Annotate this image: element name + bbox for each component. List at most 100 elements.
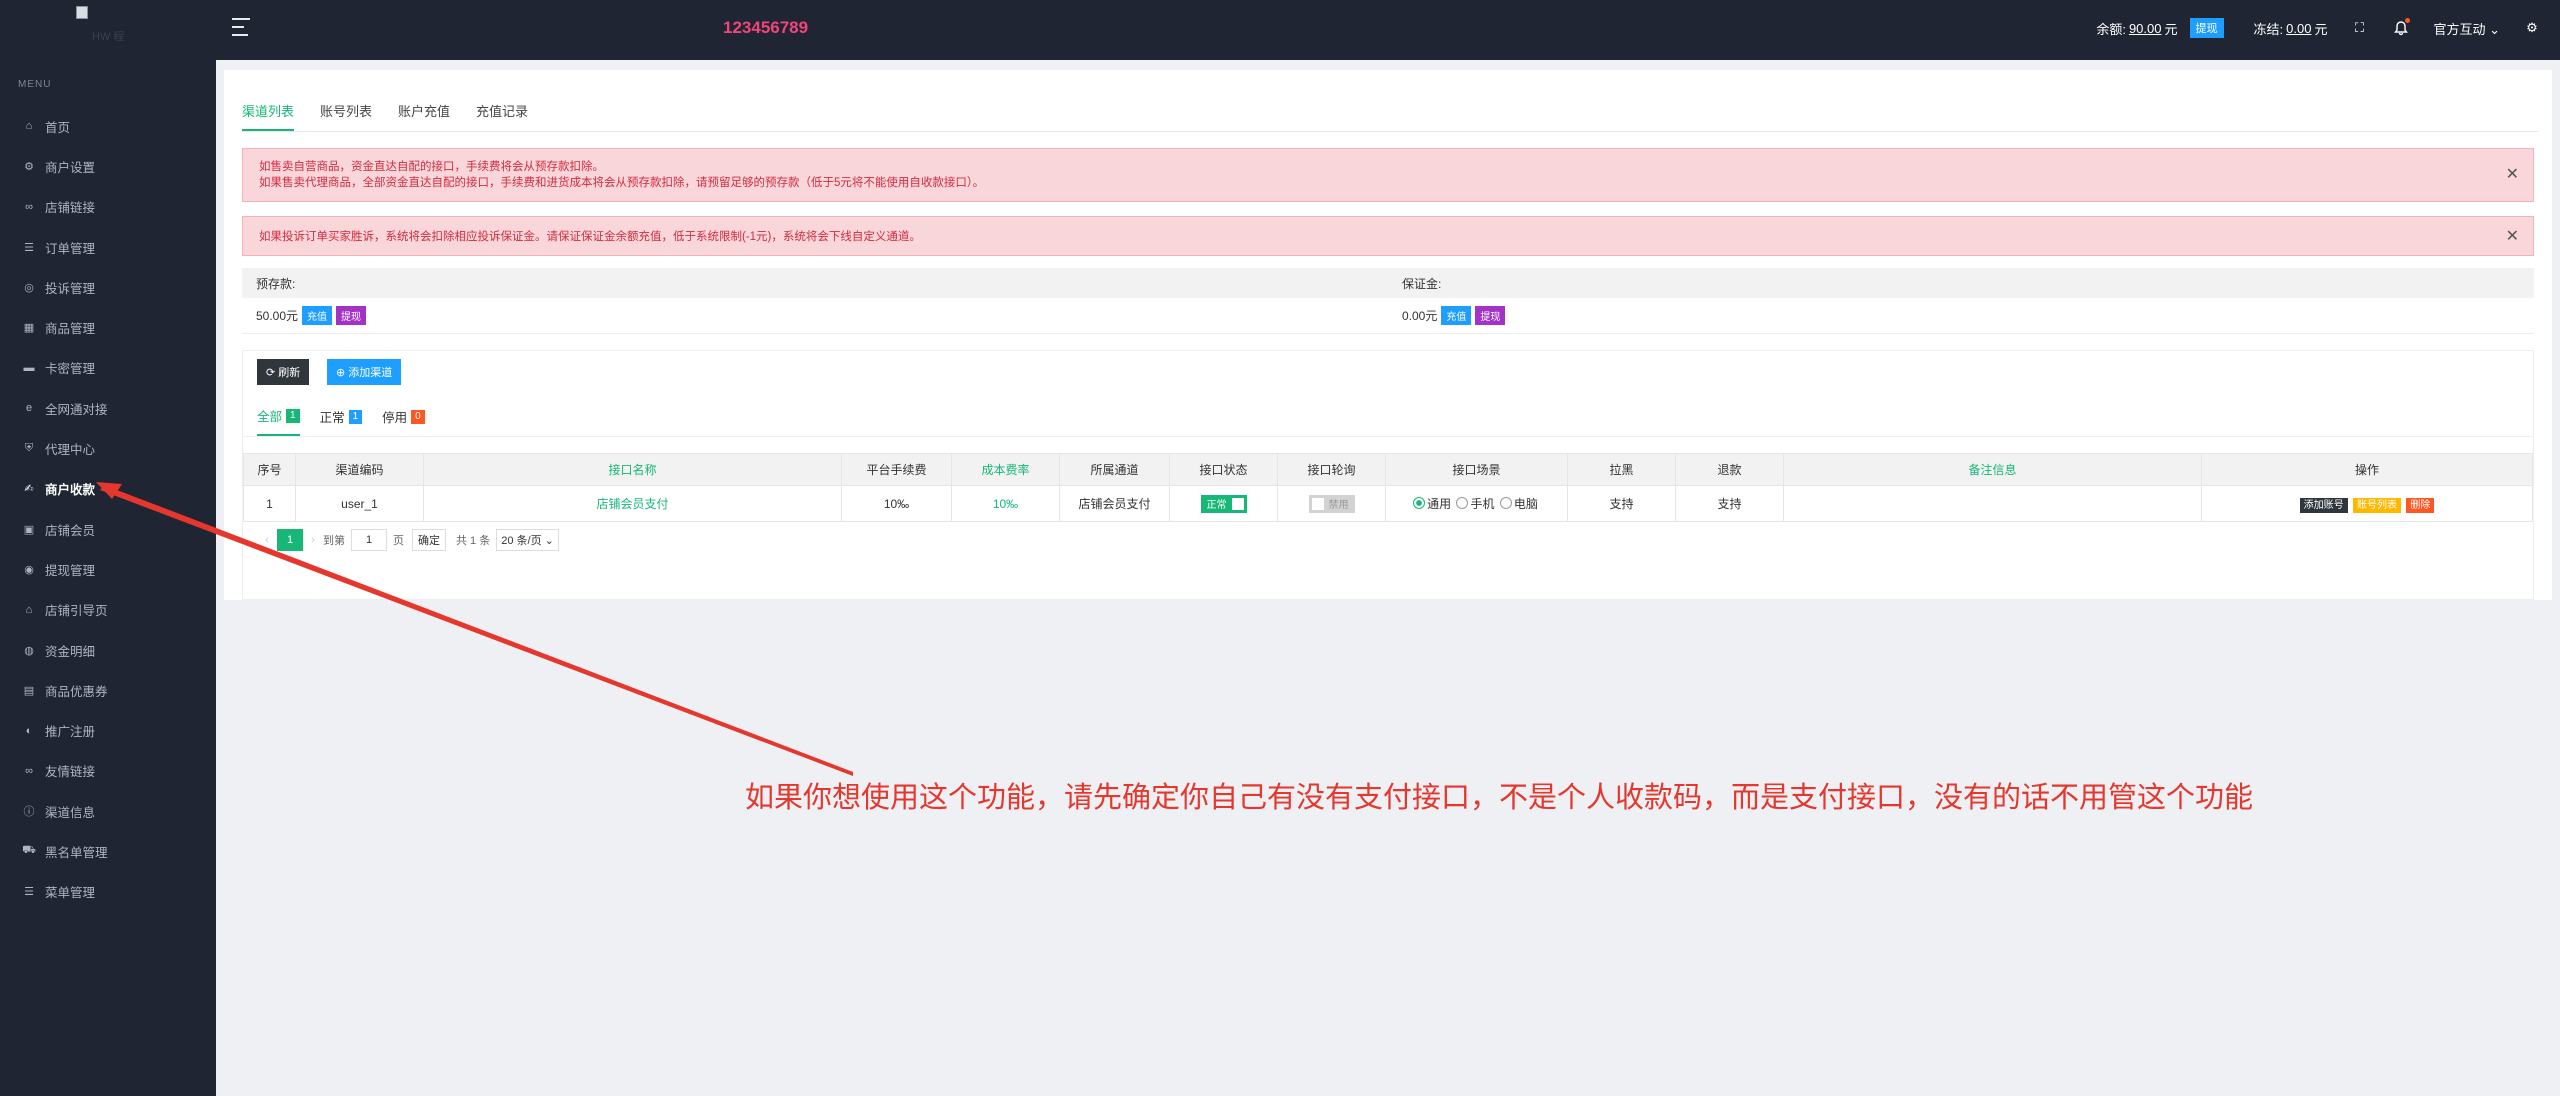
header-right: 余额: 90.00 元 提现 冻结: 0.00 元 ⛶ 官方互动 ⌄ ⚙ [2096, 0, 2542, 56]
grid-icon: ▦ [23, 322, 35, 335]
scene-radio-pc[interactable]: 电脑 [1499, 495, 1538, 512]
close-icon[interactable]: ✕ [2506, 167, 2519, 183]
chevron-down-icon: ⌄ [2489, 21, 2500, 37]
status-switch[interactable]: 正常 [1200, 494, 1247, 513]
header-withdraw-button[interactable]: 提现 [2189, 18, 2224, 38]
alert-line: 如售卖自营商品，资金直达自配的接口，手续费将会从预存款扣除。 [259, 161, 604, 173]
sidebar-item-label: 商品优惠券 [45, 684, 108, 699]
refresh-button[interactable]: ⟳ 刷新 [257, 359, 310, 385]
sidebar-item-label: 菜单管理 [45, 886, 96, 901]
shield-icon: ⛨ [24, 442, 34, 455]
coin-icon: ◉ [24, 563, 34, 576]
sidebar-item-withdraw[interactable]: ◉ 提现管理 [0, 549, 216, 589]
bell-icon[interactable] [2391, 18, 2411, 38]
sidebar-item-orders[interactable]: ☰ 订单管理 [0, 227, 216, 267]
deposit-recharge-button[interactable]: 充值 [1441, 306, 1472, 325]
balance-value[interactable]: 90.00 [2129, 21, 2162, 36]
tab-recharge-records[interactable]: 充值记录 [476, 101, 528, 131]
col-header: 接口轮询 [1277, 453, 1386, 486]
headset-icon: ◎ [24, 281, 34, 294]
sidebar-item-cards[interactable]: ▬ 卡密管理 [0, 348, 216, 388]
frozen-label: 冻结: [2253, 21, 2284, 37]
tab-channel-list[interactable]: 渠道列表 [242, 101, 295, 131]
add-account-button[interactable]: 添加账号 [2299, 498, 2348, 513]
prepaid-withdraw-button[interactable]: 提现 [336, 306, 367, 325]
total-count: 共 1 条 [456, 535, 491, 547]
hamburger-icon[interactable] [232, 18, 250, 36]
sidebar-item-promote[interactable]: ◐ 推广注册 [0, 710, 216, 750]
subtab-all[interactable]: 全部 1 [257, 406, 300, 436]
cell-polling: 禁用 [1277, 485, 1386, 522]
sidebar-item-members[interactable]: ▣ 店铺会员 [0, 509, 216, 549]
page-size-value: 20 条/页 [501, 535, 542, 547]
scene-radio-mobile[interactable]: 手机 [1456, 495, 1495, 512]
cell-name[interactable]: 店铺会员支付 [423, 485, 842, 522]
account-list-button[interactable]: 账号列表 [2353, 498, 2401, 513]
deposit-value: 0.00元 [1402, 309, 1438, 323]
close-icon[interactable]: ✕ [2506, 226, 2519, 246]
sidebar-item-home[interactable]: ⌂ 首页 [0, 106, 216, 146]
col-header: 渠道编码 [295, 453, 424, 486]
col-header: 成本费率 [951, 453, 1060, 486]
card-icon: ▬ [23, 361, 35, 374]
deposit-label: 保证金: [1402, 276, 1442, 291]
status-subtabs: 全部 1 正常 1 停用 0 [257, 406, 445, 436]
next-page-icon[interactable]: › [303, 534, 323, 546]
sidebar-item-label: 提现管理 [45, 563, 96, 578]
sidebar-item-landing[interactable]: ⌂ 店铺引导页 [0, 590, 216, 630]
scene-radio-all[interactable]: 通用 [1413, 495, 1451, 512]
sidebar-item-blacklist[interactable]: ⛟ 黑名单管理 [0, 831, 216, 871]
prev-page-icon[interactable]: ‹ [257, 534, 277, 546]
add-channel-label: 添加渠道 [348, 367, 393, 379]
sidebar-item-label: 资金明细 [45, 644, 96, 659]
col-header: 接口场景 [1385, 453, 1568, 486]
tab-account-recharge[interactable]: 账户充值 [398, 101, 450, 131]
sidebar-item-funds[interactable]: ◍ 资金明细 [0, 630, 216, 670]
sidebar-item-label: 订单管理 [45, 241, 96, 256]
sidebar-item-products[interactable]: ▦ 商品管理 [0, 307, 216, 347]
merchant-id: 123456789 [723, 18, 809, 37]
subtab-disabled[interactable]: 停用 0 [382, 406, 425, 436]
sidebar-item-network[interactable]: e 全网通对接 [0, 388, 216, 428]
logo[interactable]: HW 程 [74, 6, 146, 44]
notification-dot [2405, 18, 2411, 23]
sidebar-item-friend-links[interactable]: ∞ 友情链接 [0, 751, 216, 791]
sidebar-item-complaints[interactable]: ◎ 投诉管理 [0, 267, 216, 307]
frozen-unit: 元 [2314, 21, 2328, 37]
page-number[interactable]: 1 [277, 529, 303, 551]
sidebar-item-label: 商品管理 [45, 322, 96, 337]
main-tabs: 渠道列表 账号列表 账户充值 充值记录 [242, 101, 554, 131]
deposit-cell: 0.00元 充值 提现 [1388, 306, 2534, 325]
sidebar-item-merchant-payment[interactable]: ✍ 商户收款 [0, 469, 216, 509]
page-size-select[interactable]: 20 条/页 ⌄ [496, 529, 559, 551]
goto-confirm-button[interactable]: 确定 [412, 529, 446, 551]
cell-scene: 通用 手机 电脑 [1385, 485, 1568, 522]
wallet-icon: ◍ [24, 644, 34, 657]
tab-account-list[interactable]: 账号列表 [320, 101, 372, 131]
pagination: ‹ 1 › 到第 1 页 确定 共 1 条 20 条/页 ⌄ [257, 529, 559, 551]
delete-button[interactable]: 删除 [2406, 498, 2435, 513]
subtab-normal[interactable]: 正常 1 [320, 406, 363, 436]
sidebar-item-coupons[interactable]: ▤ 商品优惠券 [0, 670, 216, 710]
main-card: 渠道列表 账号列表 账户充值 充值记录 如售卖自营商品，资金直达自配的接口，手续… [224, 70, 2552, 600]
subtabs-divider [243, 436, 2533, 437]
subtab-label: 全部 [257, 410, 283, 424]
fullscreen-icon[interactable]: ⛶ [2349, 18, 2369, 38]
frozen-value[interactable]: 0.00 [2286, 21, 2311, 36]
settings-gear-icon[interactable]: ⚙ [2522, 18, 2542, 38]
goto-page-input[interactable]: 1 [351, 529, 387, 551]
user-menu[interactable]: 官方互动 ⌄ [2433, 19, 2500, 38]
deposit-withdraw-button[interactable]: 提现 [1475, 306, 1506, 325]
fund-header: 预存款: 保证金: [242, 268, 2534, 298]
sidebar-item-menu-manage[interactable]: ☰ 菜单管理 [0, 872, 216, 912]
sidebar-item-merchant-settings[interactable]: ⚙ 商户设置 [0, 146, 216, 186]
sidebar-item-shop-link[interactable]: ∞ 店铺链接 [0, 187, 216, 227]
polling-switch[interactable]: 禁用 [1308, 494, 1355, 513]
add-channel-button[interactable]: ⊕ 添加渠道 [327, 359, 402, 385]
annotation-text: 如果你想使用这个功能，请先确定你自己有没有支付接口，不是个人收款码，而是支付接口… [745, 782, 2254, 814]
prepaid-recharge-button[interactable]: 充值 [302, 306, 333, 325]
col-header: 操作 [2201, 453, 2533, 486]
alert-fee-notice: 如售卖自营商品，资金直达自配的接口，手续费将会从预存款扣除。 如果售卖代理商品，… [242, 148, 2534, 202]
sidebar-item-agent[interactable]: ⛨ 代理中心 [0, 428, 216, 468]
sidebar-item-channel-info[interactable]: ⓘ 渠道信息 [0, 791, 216, 831]
